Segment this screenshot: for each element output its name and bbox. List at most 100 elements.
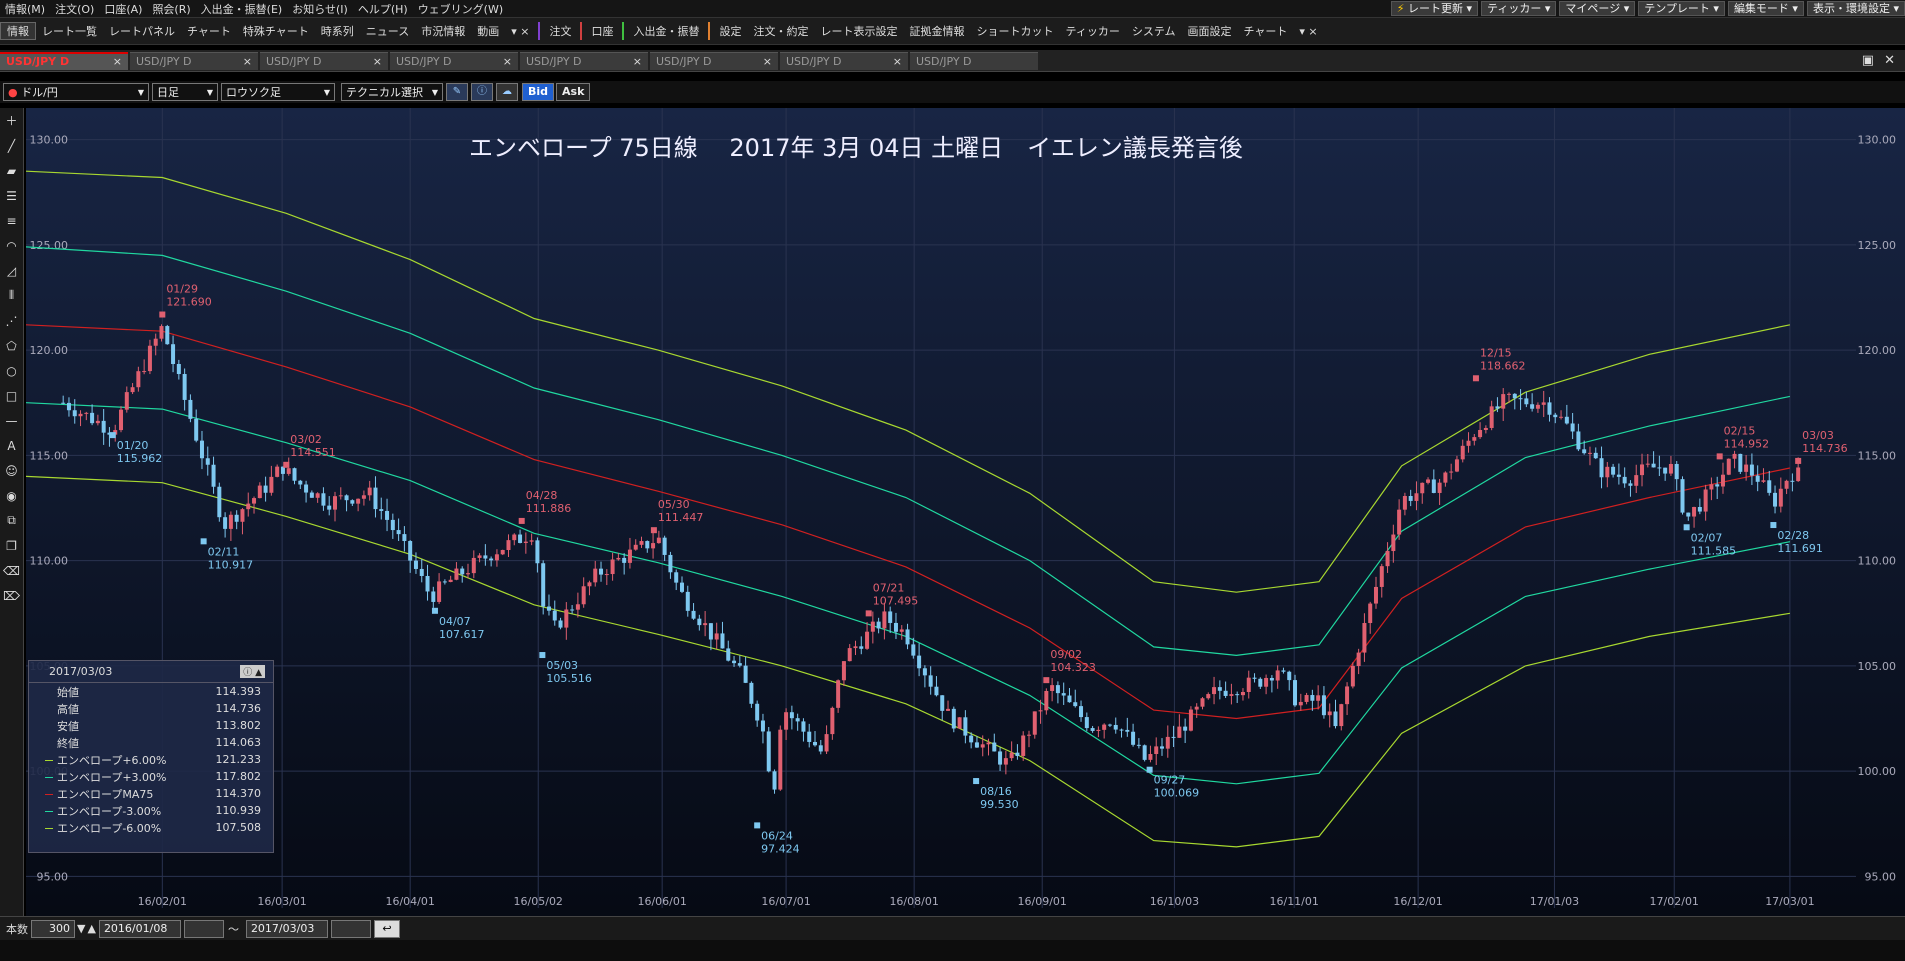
tab-usdjpy-5[interactable]: USD/JPY D × <box>520 51 648 70</box>
tab-usdjpy-4[interactable]: USD/JPY D × <box>390 51 518 70</box>
crosshair-icon[interactable]: ＋ <box>1 109 23 132</box>
tab-usdjpy-2[interactable]: USD/JPY D × <box>130 51 258 70</box>
tab-usdjpy-6[interactable]: USD/JPY D × <box>650 51 778 70</box>
layers-icon[interactable]: ❐ <box>1 534 23 557</box>
toolbar-chart[interactable]: チャート <box>181 23 237 39</box>
bid-button[interactable]: Bid <box>522 83 555 101</box>
tab-usdjpy-7[interactable]: USD/JPY D × <box>780 51 908 70</box>
toolbar-more-icon[interactable]: ▾ × <box>505 25 535 38</box>
menu-item-account[interactable]: 口座(A) <box>99 1 147 17</box>
count-input[interactable]: 300 <box>31 919 75 938</box>
start-date-input[interactable]: 2016/01/08 <box>98 919 181 938</box>
toolbar-deposit-button[interactable]: 入出金・振替 <box>627 23 705 39</box>
ruler-icon[interactable]: ▰ <box>1 159 23 182</box>
candle-body <box>367 487 372 496</box>
menu-item-notice[interactable]: お知らせ(I) <box>287 1 353 17</box>
stamp-icon[interactable]: ◉ <box>1 484 23 507</box>
rectangle-icon[interactable]: □ <box>1 384 23 407</box>
close-window-icon[interactable]: ✕ <box>1884 53 1895 68</box>
cloud-icon[interactable]: ☁ <box>496 83 518 101</box>
toolbar-rate-panel[interactable]: レートパネル <box>103 23 181 39</box>
vlines-icon[interactable]: ⦀ <box>1 284 23 307</box>
candle-body <box>1495 406 1500 409</box>
fibonacci-arc-icon[interactable]: ◠ <box>1 234 23 257</box>
pentagon-icon[interactable]: ⬠ <box>1 334 23 357</box>
tab-usdjpy-1[interactable]: USD/JPY D × <box>0 51 128 70</box>
toolbar-rate-display[interactable]: レート表示設定 <box>814 23 903 39</box>
currency-pair-select[interactable]: ● ドル/円 ▼ <box>3 83 149 101</box>
close-icon[interactable]: × <box>113 55 122 68</box>
toolbar-margin-info[interactable]: 証拠金情報 <box>903 23 970 39</box>
template-button[interactable]: テンプレート ▾ <box>1638 1 1725 16</box>
toolbar-video[interactable]: 動画 <box>471 23 505 39</box>
candle-body <box>523 541 528 543</box>
count-up-icon[interactable]: ▲ <box>87 922 95 935</box>
edit-mode-button[interactable]: 編集モード ▾ <box>1727 1 1804 16</box>
toolbar-special-chart[interactable]: 特殊チャート <box>237 23 315 39</box>
toolbar-shortcut[interactable]: ショートカット <box>970 23 1059 39</box>
panel-toggle-icon[interactable]: ⓘ ▲ <box>240 665 265 678</box>
technical-select[interactable]: テクニカル選択 ▼ <box>341 83 443 101</box>
period-select[interactable]: 日足 ▼ <box>152 83 218 101</box>
fan-icon[interactable]: ◿ <box>1 259 23 282</box>
count-down-icon[interactable]: ▼ <box>77 922 85 935</box>
display-settings-button[interactable]: 表示・環境設定 ▾ <box>1806 1 1905 16</box>
ticker-button[interactable]: ティッカー ▾ <box>1481 1 1557 16</box>
smiley-icon[interactable]: ☺ <box>1 459 23 482</box>
toolbar-info-button[interactable]: 情報 <box>0 22 36 40</box>
text-icon[interactable]: A <box>1 434 23 457</box>
maximize-icon[interactable]: ▣ <box>1862 53 1874 68</box>
return-icon[interactable]: ↩ <box>373 919 400 938</box>
close-icon[interactable]: × <box>243 55 252 68</box>
parallel-lines-icon[interactable]: ☰ <box>1 184 23 207</box>
toolbar-account-button[interactable]: 口座 <box>585 23 619 39</box>
menu-item-info[interactable]: 情報(M) <box>0 1 50 17</box>
trendline-icon[interactable]: ╱ <box>1 134 23 157</box>
circle-icon[interactable]: ○ <box>1 359 23 382</box>
close-icon[interactable]: × <box>763 55 772 68</box>
tab-usdjpy-8[interactable]: USD/JPY D <box>910 51 1038 70</box>
menu-item-help[interactable]: ヘルプ(H) <box>353 1 413 17</box>
copy-icon[interactable]: ⧉ <box>1 509 23 532</box>
info-icon[interactable]: ⓘ <box>471 83 493 101</box>
mypage-button[interactable]: マイページ ▾ <box>1559 1 1636 16</box>
toolbar-ticker[interactable]: ティッカー <box>1059 23 1125 39</box>
toolbar-market[interactable]: 市況情報 <box>415 23 471 39</box>
menu-item-deposit[interactable]: 入出金・振替(E) <box>196 1 288 17</box>
toolbar-screen-settings[interactable]: 画面設定 <box>1182 23 1238 39</box>
rate-update-button[interactable]: ⚡ レート更新 ▾ <box>1390 1 1479 16</box>
close-icon[interactable]: × <box>633 55 642 68</box>
menu-item-order[interactable]: 注文(O) <box>50 1 99 17</box>
count-label: 本数 <box>6 922 28 936</box>
pen-icon[interactable]: ✎ <box>446 83 468 101</box>
erase-all-icon[interactable]: ⌦ <box>1 584 23 607</box>
end-date-input[interactable]: 2017/03/03 <box>245 919 328 938</box>
start-time-input[interactable] <box>183 919 224 938</box>
hlines-icon[interactable]: ≡ <box>1 209 23 232</box>
candle-body <box>188 399 193 419</box>
toolbar-order-button[interactable]: 注文 <box>543 23 577 39</box>
toolbar-news[interactable]: ニュース <box>360 23 415 39</box>
toolbar-order-fill[interactable]: 注文・約定 <box>747 23 814 39</box>
toolbar-timeseries[interactable]: 時系列 <box>315 23 360 39</box>
pitchfork-icon[interactable]: ⋰ <box>1 309 23 332</box>
toolbar-chart2[interactable]: チャート <box>1238 23 1294 39</box>
eraser-icon[interactable]: ⌫ <box>1 559 23 582</box>
toolbar-rate-list[interactable]: レート一覧 <box>36 23 103 39</box>
toolbar-system[interactable]: システム <box>1126 23 1182 39</box>
chart-area[interactable]: 95.0095.00100.00100.00105.00105.00110.00… <box>26 108 1905 916</box>
tab-usdjpy-3[interactable]: USD/JPY D × <box>260 51 388 70</box>
y-tick-label-left: 110.00 <box>30 555 69 568</box>
hline-icon[interactable]: — <box>1 409 23 432</box>
menu-item-inquiry[interactable]: 照会(R) <box>147 1 195 17</box>
toolbar-settings-button[interactable]: 設定 <box>713 23 747 39</box>
menu-item-webring[interactable]: ウェブリング(W) <box>413 1 508 17</box>
end-time-input[interactable] <box>330 919 371 938</box>
close-icon[interactable]: × <box>503 55 512 68</box>
toolbar-more2-icon[interactable]: ▾ × <box>1293 25 1323 38</box>
close-icon[interactable]: × <box>373 55 382 68</box>
close-icon[interactable]: × <box>893 55 902 68</box>
chart-type-select[interactable]: ロウソク足 ▼ <box>221 83 335 101</box>
ask-button[interactable]: Ask <box>556 83 591 101</box>
price-chart[interactable]: 95.0095.00100.00100.00105.00105.00110.00… <box>26 108 1905 916</box>
